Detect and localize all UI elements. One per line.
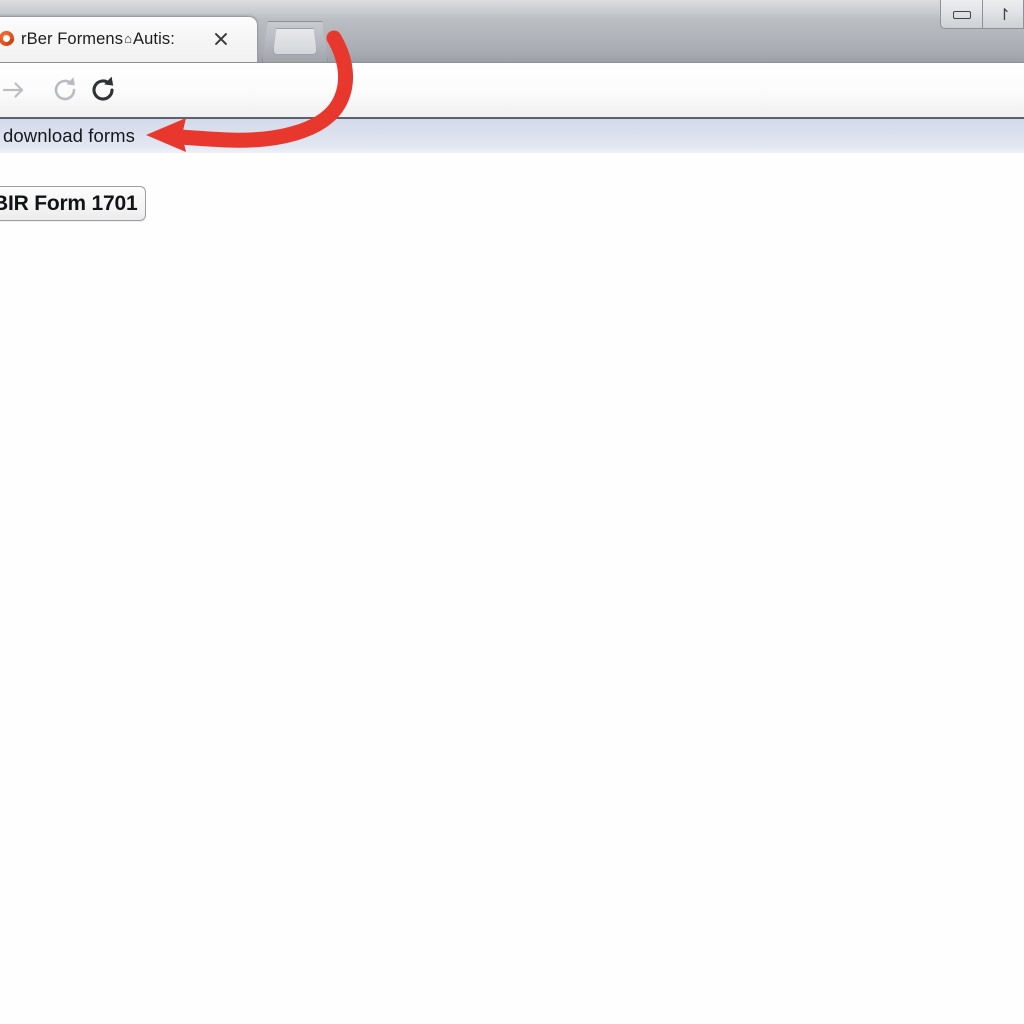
- browser-toolbar: http:/erpbo//iumall-dru.cice.effa.vl: [0, 62, 1024, 168]
- tab-strip: rBer Formens⌂Autis: ↾: [0, 0, 1024, 62]
- minimize-button[interactable]: [940, 0, 982, 29]
- tab-title: rBer Formens⌂Autis:: [21, 28, 196, 50]
- favicon-icon: [0, 30, 16, 47]
- new-tab-button-face: [273, 28, 317, 55]
- bookmark-bar: download forms: [0, 117, 1024, 153]
- bir-form-1701-label: BIR Form 1701: [0, 192, 138, 215]
- reload-button-secondary[interactable]: [46, 71, 84, 109]
- maximize-button[interactable]: ↾: [982, 0, 1024, 29]
- browser-window: rBer Formens⌂Autis: ↾ download forms BIR…: [0, 0, 1024, 1024]
- forward-button[interactable]: [0, 71, 32, 109]
- browser-tab-active[interactable]: rBer Formens⌂Autis:: [0, 16, 258, 62]
- window-controls: ↾: [940, 0, 1024, 30]
- reload-button[interactable]: [84, 71, 122, 109]
- reload-icon: [54, 77, 76, 101]
- new-tab-button[interactable]: [262, 21, 328, 62]
- bookmark-item-download-forms[interactable]: download forms: [3, 124, 135, 148]
- minimize-icon: [953, 11, 971, 19]
- reload-icon: [92, 76, 114, 101]
- page-content: BIR Form 1701: [0, 153, 1024, 1024]
- tab-title-separator-icon: ⌂: [124, 31, 133, 46]
- arrow-right-icon: [2, 82, 24, 98]
- bir-form-1701-button[interactable]: BIR Form 1701: [0, 186, 146, 221]
- tab-title-start: rBer Formens: [21, 30, 124, 48]
- tab-close-icon[interactable]: [211, 29, 231, 49]
- maximize-icon: ↾: [997, 5, 1012, 24]
- tab-title-end: Autis:: [133, 30, 175, 48]
